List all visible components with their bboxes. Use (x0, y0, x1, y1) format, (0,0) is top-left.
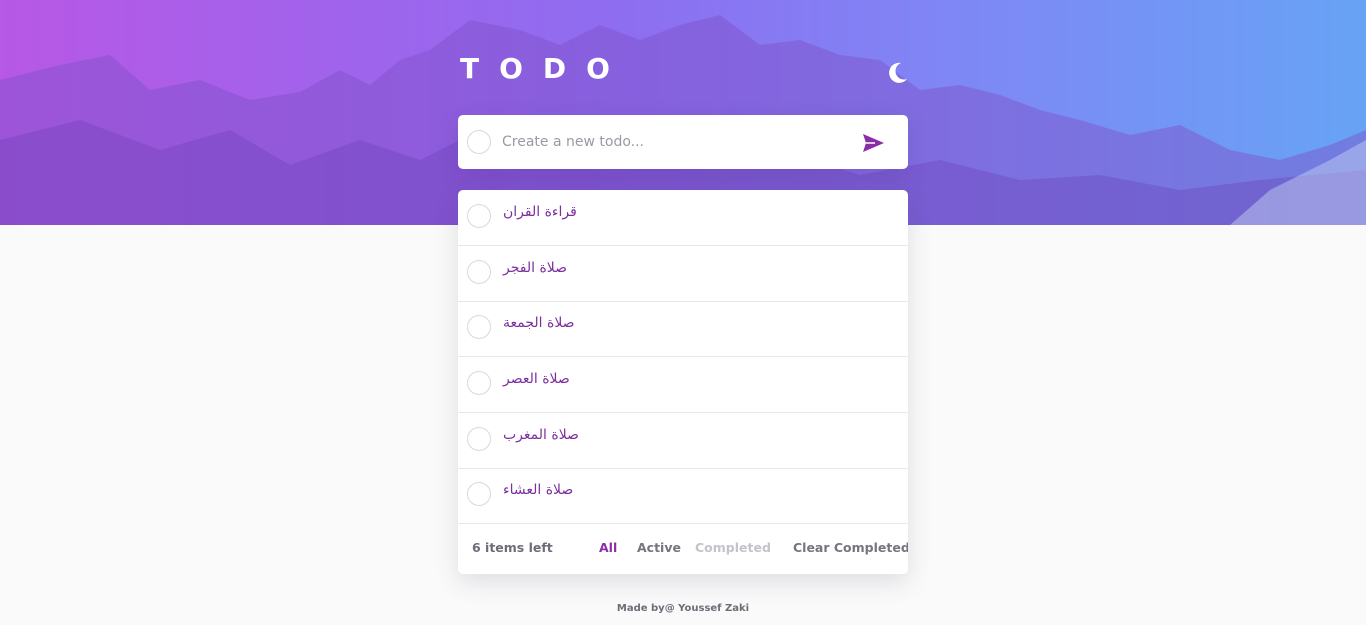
todo-checkbox[interactable] (467, 371, 491, 395)
todo-item: صلاة المغرب (458, 413, 908, 469)
filter-completed-button[interactable]: Completed (695, 540, 771, 555)
new-todo-checkbox[interactable] (467, 130, 491, 154)
todo-text[interactable]: صلاة الجمعة (503, 315, 575, 339)
theme-toggle-button[interactable] (884, 60, 910, 86)
filter-active-button[interactable]: Active (637, 540, 681, 555)
new-todo-bar (458, 115, 908, 169)
todo-checkbox[interactable] (467, 260, 491, 284)
todo-item: صلاة الجمعة (458, 301, 908, 357)
author-credit: Made by@ Youssef Zaki (616, 603, 750, 614)
todo-item: صلاة العصر (458, 357, 908, 413)
todo-checkbox[interactable] (467, 204, 491, 228)
app-title: TODO (460, 52, 630, 85)
todo-item: صلاة العشاء (458, 468, 908, 524)
todo-checkbox[interactable] (467, 315, 491, 339)
todo-text[interactable]: قراءة القران (503, 204, 577, 228)
todo-checkbox[interactable] (467, 482, 491, 506)
send-button[interactable] (862, 132, 886, 154)
todo-checkbox[interactable] (467, 427, 491, 451)
list-footer: 6 items left All Active Completed Clear … (458, 524, 908, 574)
todo-text[interactable]: صلاة العصر (503, 371, 570, 395)
items-left-count: 6 items left (472, 540, 553, 555)
moon-icon (889, 62, 907, 83)
new-todo-input[interactable] (502, 129, 842, 155)
todo-list: قراءة القران صلاة الفجر صلاة الجمعة صلاة… (458, 190, 908, 574)
filter-all-button[interactable]: All (599, 540, 617, 555)
todo-text[interactable]: صلاة العشاء (503, 482, 573, 506)
clear-completed-button[interactable]: Clear Completed (793, 540, 908, 555)
todo-item: صلاة الفجر (458, 246, 908, 302)
todo-item: قراءة القران (458, 190, 908, 246)
todo-text[interactable]: صلاة الفجر (503, 260, 567, 284)
todo-text[interactable]: صلاة المغرب (503, 427, 579, 451)
send-icon (863, 134, 884, 152)
